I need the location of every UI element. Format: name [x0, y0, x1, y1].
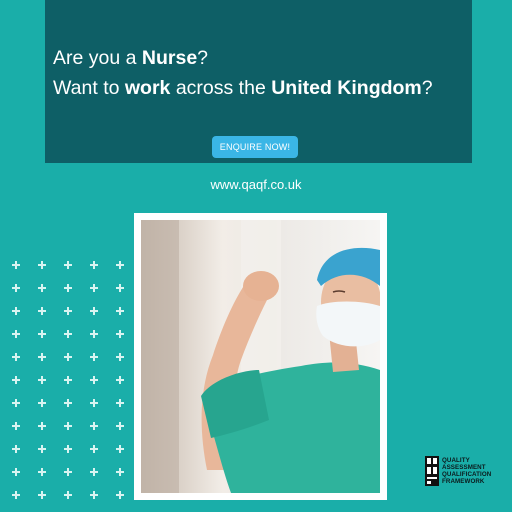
plus-icon [64, 330, 72, 338]
plus-icon [90, 468, 98, 476]
headline: Are you a Nurse? Want to work across the… [53, 43, 464, 103]
plus-icon [12, 468, 20, 476]
headline-bold-text: Nurse [141, 47, 198, 69]
qaqf-logo-text: QUALITY ASSESSMENT QUALIFICATION FRAMEWO… [442, 457, 491, 485]
plus-icon [90, 376, 98, 384]
plus-icon [64, 261, 72, 269]
enquire-now-button[interactable]: ENQUIRE NOW! [212, 136, 298, 158]
plus-icon [64, 468, 72, 476]
plus-icon [64, 491, 72, 499]
plus-icon [12, 261, 20, 269]
headline-text: Are you a [53, 47, 142, 69]
logo-line: QUALITY [442, 457, 470, 464]
plus-icon [64, 376, 72, 384]
plus-icon [38, 353, 46, 361]
plus-icon [38, 330, 46, 338]
plus-icon [116, 376, 124, 384]
plus-icon [64, 284, 72, 292]
plus-icon [38, 399, 46, 407]
plus-icon [90, 491, 98, 499]
plus-icon [38, 307, 46, 315]
qaqf-logo-mark-icon [425, 456, 439, 486]
logo-line: ASSESSMENT [442, 464, 486, 471]
plus-icon [116, 307, 124, 315]
plus-icon [90, 422, 98, 430]
headline-bold-text: work [124, 77, 171, 99]
headline-bold-text: United Kingdom [271, 77, 422, 99]
ad-canvas: Are you a Nurse? Want to work across the… [0, 0, 512, 512]
plus-icon [116, 468, 124, 476]
plus-icon [64, 445, 72, 453]
plus-icon [116, 353, 124, 361]
plus-icon [64, 353, 72, 361]
logo-line: QUALIFICATION [442, 471, 492, 478]
logo-line: FRAMEWORK [442, 478, 485, 485]
plus-icon [116, 491, 124, 499]
plus-icon [116, 284, 124, 292]
plus-icon [90, 261, 98, 269]
plus-icon [12, 353, 20, 361]
headline-line-1: Are you a Nurse? [53, 43, 464, 73]
plus-pattern-left [12, 261, 124, 499]
plus-icon [90, 307, 98, 315]
plus-icon [38, 261, 46, 269]
plus-icon [64, 307, 72, 315]
plus-icon [38, 468, 46, 476]
plus-icon [12, 284, 20, 292]
plus-icon [64, 422, 72, 430]
plus-icon [38, 422, 46, 430]
plus-icon [12, 422, 20, 430]
plus-icon [12, 307, 20, 315]
plus-icon [90, 330, 98, 338]
plus-icon [12, 330, 20, 338]
plus-icon [90, 353, 98, 361]
nurse-illustration [141, 220, 380, 493]
qaqf-logo: QUALITY ASSESSMENT QUALIFICATION FRAMEWO… [425, 456, 505, 486]
plus-icon [12, 399, 20, 407]
plus-icon [12, 445, 20, 453]
headline-line-2: Want to work across the United Kingdom? [53, 73, 464, 103]
plus-icon [116, 422, 124, 430]
headline-text: across the [170, 77, 272, 99]
plus-icon [38, 376, 46, 384]
photo-frame [134, 213, 387, 500]
plus-icon [38, 491, 46, 499]
plus-icon [38, 284, 46, 292]
plus-icon [90, 284, 98, 292]
nurse-photo [141, 220, 380, 493]
plus-icon [116, 261, 124, 269]
headline-text: ? [197, 47, 209, 69]
plus-icon [38, 445, 46, 453]
headline-text: ? [421, 77, 433, 99]
headline-text: Want to [53, 77, 125, 99]
plus-icon [116, 330, 124, 338]
plus-icon [90, 399, 98, 407]
plus-icon [116, 399, 124, 407]
website-link[interactable]: www.qaqf.co.uk [0, 177, 512, 192]
plus-icon [64, 399, 72, 407]
plus-icon [90, 445, 98, 453]
plus-icon [12, 376, 20, 384]
plus-icon [12, 491, 20, 499]
plus-icon [116, 445, 124, 453]
